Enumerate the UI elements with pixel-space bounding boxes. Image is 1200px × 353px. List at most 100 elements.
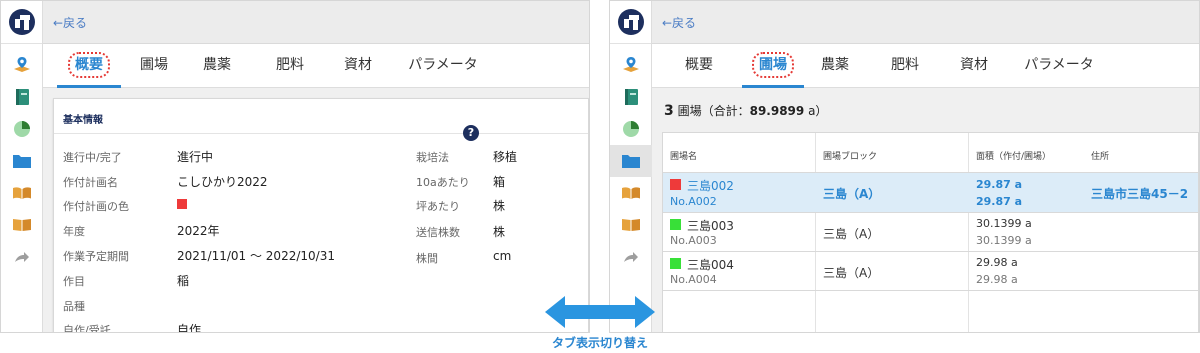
basic-info-card: 基本情報 進行中/完了 進行中 作付計画名 こしひかり2022 作付計画の色 年… xyxy=(53,98,589,333)
field-label: 進行中/完了 xyxy=(63,151,122,164)
folder-icon[interactable] xyxy=(1,145,43,177)
tab-bar: 概要 圃場 農薬 肥料 資材 パラメータ xyxy=(652,44,1199,88)
field-value-plant-count: 株 xyxy=(493,225,506,239)
help-icon[interactable]: ? xyxy=(463,125,479,141)
overview-screen: ←戻る 概要 圃場 農薬 肥料 資材 パラメータ 基本情報 進行中/完了 進行中… xyxy=(0,0,590,333)
field-count: 3 xyxy=(664,103,674,119)
tab-materials[interactable]: 資材 xyxy=(949,44,999,88)
back-link[interactable]: ←戻る xyxy=(662,14,696,31)
field-label: 自作/受託 xyxy=(63,324,111,333)
table-row[interactable]: 三島004 No.A004 三島（A） 29.98 a 29.98 a xyxy=(663,251,1198,291)
field-label: 作業予定期間 xyxy=(63,250,129,263)
app-logo[interactable] xyxy=(9,9,35,35)
field-block: 三島（A） xyxy=(823,187,881,201)
tab-bar: 概要 圃場 農薬 肥料 資材 パラメータ xyxy=(43,44,589,88)
tab-pesticides[interactable]: 農薬 xyxy=(192,44,242,88)
pie-chart-icon[interactable] xyxy=(1,113,43,145)
field-area-total: 29.87 a xyxy=(976,195,1023,208)
field-value-ownership: 自作 xyxy=(177,323,202,333)
column-header[interactable]: 住所 xyxy=(1091,149,1109,162)
tab-pesticides[interactable]: 農薬 xyxy=(810,44,860,88)
field-value-per-tsubo: 株 xyxy=(493,199,506,213)
fields-screen: ←戻る 概要 圃場 農薬 肥料 資材 パラメータ 3 圃場（合計：89.9899… xyxy=(609,0,1200,333)
section-title: 基本情報 xyxy=(63,115,103,126)
field-address: 三島市三島45－2 xyxy=(1091,187,1189,201)
top-bar: ←戻る xyxy=(652,1,1199,44)
tab-materials[interactable]: 資材 xyxy=(333,44,383,88)
tab-parameters[interactable]: パラメータ xyxy=(398,44,488,88)
field-area-total: 29.98 a xyxy=(976,273,1018,286)
field-area-total: 30.1399 a xyxy=(976,234,1032,247)
field-name[interactable]: 三島004 xyxy=(687,256,734,273)
share-arrow-icon[interactable] xyxy=(610,241,652,273)
app-logo[interactable] xyxy=(618,9,644,35)
field-value-period: 2021/11/01 〜 2022/10/31 xyxy=(177,249,335,263)
field-value-per-10a: 箱 xyxy=(493,175,506,189)
field-label: 作目 xyxy=(63,275,85,288)
field-label: 株間 xyxy=(416,252,438,265)
field-label: 作付計画名 xyxy=(63,176,118,189)
column-header[interactable]: 圃場名 xyxy=(670,149,697,162)
field-area-planted: 30.1399 a xyxy=(976,217,1032,230)
fields-table: 圃場名 圃場ブロック 面積（作付/圃場） 住所 三島002 No.A002 三島… xyxy=(662,132,1199,332)
share-arrow-icon[interactable] xyxy=(1,241,43,273)
back-link[interactable]: ←戻る xyxy=(53,14,87,31)
double-arrow-icon xyxy=(543,294,657,330)
tab-fertilizers[interactable]: 肥料 xyxy=(265,44,315,88)
field-color-swatch xyxy=(670,179,681,190)
field-name[interactable]: 三島002 xyxy=(687,177,734,194)
field-number: No.A002 xyxy=(670,195,717,208)
field-value-crop: 稲 xyxy=(177,274,190,288)
tab-overview[interactable]: 概要 xyxy=(57,44,121,88)
field-name[interactable]: 三島003 xyxy=(687,217,734,234)
field-block: 三島（A） xyxy=(823,266,880,280)
field-value-plan-name: こしひかり2022 xyxy=(177,175,268,189)
book-icon[interactable] xyxy=(610,209,652,241)
book-icon[interactable] xyxy=(1,209,43,241)
column-header[interactable]: 面積（作付/圃場） xyxy=(976,149,1051,162)
tab-fertilizers[interactable]: 肥料 xyxy=(880,44,930,88)
field-label: 年度 xyxy=(63,225,85,238)
field-label: 品種 xyxy=(63,300,85,313)
tab-switch-caption: タブ表示切り替え xyxy=(551,336,648,350)
column-header[interactable]: 圃場ブロック xyxy=(823,149,877,162)
map-pin-icon[interactable] xyxy=(610,49,652,81)
tab-parameters[interactable]: パラメータ xyxy=(1014,44,1104,88)
field-value-year: 2022年 xyxy=(177,224,220,238)
field-label: 送信株数 xyxy=(416,226,460,239)
top-bar: ←戻る xyxy=(43,1,589,44)
field-label: 10aあたり xyxy=(416,176,470,189)
field-block: 三島（A） xyxy=(823,227,880,241)
field-value-method: 移植 xyxy=(493,150,518,164)
sidebar xyxy=(1,1,43,332)
folder-icon[interactable] xyxy=(610,145,652,177)
field-color-swatch xyxy=(670,258,681,269)
field-label: 坪あたり xyxy=(416,200,460,213)
tab-overview[interactable]: 概要 xyxy=(674,44,724,88)
pie-chart-icon[interactable] xyxy=(610,113,652,145)
field-label: 栽培法 xyxy=(416,151,449,164)
field-area-planted: 29.98 a xyxy=(976,256,1018,269)
summary-suffix: a） xyxy=(804,104,828,118)
open-book-icon[interactable] xyxy=(1,177,43,209)
fields-summary: 3 圃場（合計：89.9899 a） xyxy=(664,102,827,119)
total-area: 89.9899 xyxy=(749,104,805,118)
tab-fields[interactable]: 圃場 xyxy=(742,44,804,88)
field-value-spacing: cm xyxy=(493,249,512,263)
open-book-icon[interactable] xyxy=(610,177,652,209)
field-area-planted: 29.87 a xyxy=(976,178,1023,191)
field-color-swatch xyxy=(670,219,681,230)
sidebar xyxy=(610,1,652,332)
field-number: No.A003 xyxy=(670,234,717,247)
field-number: No.A004 xyxy=(670,273,717,286)
table-row[interactable]: 三島002 No.A002 三島（A） 29.87 a 29.87 a 三島市三… xyxy=(663,172,1198,212)
plan-color-swatch xyxy=(177,198,187,212)
map-pin-icon[interactable] xyxy=(1,49,43,81)
field-value-status: 進行中 xyxy=(177,150,214,164)
summary-unit: 圃場（合計： xyxy=(677,104,750,118)
field-label: 作付計画の色 xyxy=(63,200,129,213)
notebook-icon[interactable] xyxy=(610,81,652,113)
table-row[interactable]: 三島003 No.A003 三島（A） 30.1399 a 30.1399 a xyxy=(663,212,1198,251)
notebook-icon[interactable] xyxy=(1,81,43,113)
tab-fields[interactable]: 圃場 xyxy=(129,44,179,88)
